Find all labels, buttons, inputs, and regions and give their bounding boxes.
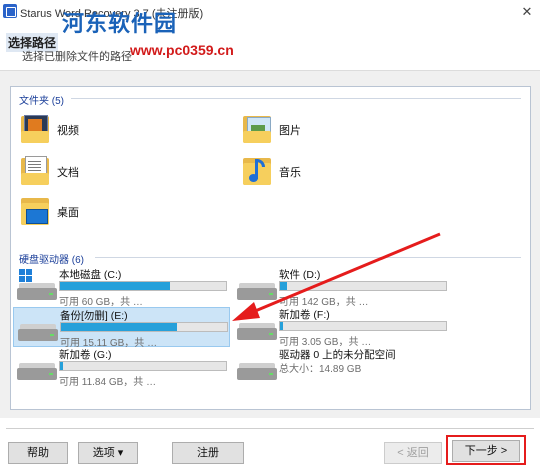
hard-drive-icon <box>17 283 57 301</box>
next-button-highlight <box>446 435 526 465</box>
location-panel: 文件夹 (5) 视频 图片 文档 音乐 桌面 硬盘驱动器 (6) 本地磁盘 (C… <box>10 86 531 410</box>
folder-item-videos[interactable]: 视频 <box>21 113 221 149</box>
register-button[interactable]: 注册 <box>172 442 244 464</box>
watermark-logo: 河东软件园 <box>62 11 178 37</box>
hard-drive-icon <box>237 283 277 301</box>
drive-free-space: 可用 142 GB，共 … <box>279 297 369 308</box>
drive-name: 备份[勿删] (E:) <box>60 310 128 322</box>
folders-group-header[interactable]: 文件夹 (5) <box>19 92 64 107</box>
folder-label: 文档 <box>57 167 79 179</box>
options-button[interactable]: 选项 ▾ <box>78 442 138 464</box>
drive-item-g[interactable]: 新加卷 (G:) 可用 11.84 GB，共 … <box>13 347 228 388</box>
drive-item-unallocated[interactable]: 驱动器 0 上的未分配空间 总大小：14.89 GB <box>233 347 448 385</box>
drive-usage-bar <box>59 281 227 291</box>
windows-logo-icon <box>19 269 33 283</box>
app-icon <box>3 4 17 18</box>
drive-usage-bar <box>60 322 228 332</box>
watermark-url: www.pc0359.cn <box>130 42 234 58</box>
folder-item-music[interactable]: 音乐 <box>243 155 443 191</box>
folder-label: 图片 <box>279 125 301 137</box>
folder-item-pictures[interactable]: 图片 <box>243 113 443 149</box>
drive-item-e[interactable]: 备份[勿删] (E:) 可用 15.11 GB，共 … <box>13 307 230 349</box>
drive-free-space: 可用 3.05 GB，共 … <box>279 337 372 348</box>
documents-folder-icon <box>21 155 49 185</box>
drive-usage-bar <box>279 321 447 331</box>
music-folder-icon <box>243 155 271 185</box>
help-button[interactable]: 帮助 <box>8 442 68 464</box>
drive-free-space: 可用 11.84 GB，共 … <box>59 377 157 388</box>
page-subtitle: 选择已删除文件的路径 <box>22 51 132 63</box>
folder-item-desktop[interactable]: 桌面 <box>21 195 221 231</box>
drive-free-space: 可用 60 GB，共 … <box>59 297 143 308</box>
close-icon[interactable]: ✕ <box>516 2 538 22</box>
hard-drive-icon <box>18 324 58 342</box>
folders-group-divider <box>71 98 521 99</box>
drive-usage-bar <box>59 361 227 371</box>
drives-group-header[interactable]: 硬盘驱动器 (6) <box>19 251 84 266</box>
hard-drive-icon <box>237 363 277 381</box>
drive-name: 新加卷 (F:) <box>279 309 330 321</box>
folder-label: 音乐 <box>279 167 301 179</box>
drive-name: 软件 (D:) <box>279 269 321 281</box>
drive-total-size: 总大小：14.89 GB <box>279 364 362 375</box>
hard-drive-icon <box>17 363 57 381</box>
videos-folder-icon <box>21 113 49 143</box>
drives-group-divider <box>95 257 521 258</box>
hard-drive-icon <box>237 323 277 341</box>
drive-item-d[interactable]: 软件 (D:) 可用 142 GB，共 … <box>233 267 448 308</box>
pictures-folder-icon <box>243 113 271 143</box>
drive-name: 新加卷 (G:) <box>59 349 112 361</box>
drive-usage-bar <box>279 281 447 291</box>
folder-label: 桌面 <box>57 207 79 219</box>
drive-name: 本地磁盘 (C:) <box>59 269 122 281</box>
drive-item-c[interactable]: 本地磁盘 (C:) 可用 60 GB，共 … <box>13 267 228 308</box>
back-button[interactable]: < 返回 <box>384 442 442 464</box>
footer-divider <box>6 428 534 429</box>
desktop-folder-icon <box>21 195 49 225</box>
drive-item-f[interactable]: 新加卷 (F:) 可用 3.05 GB，共 … <box>233 307 448 348</box>
folder-item-documents[interactable]: 文档 <box>21 155 221 191</box>
folder-label: 视频 <box>57 125 79 137</box>
